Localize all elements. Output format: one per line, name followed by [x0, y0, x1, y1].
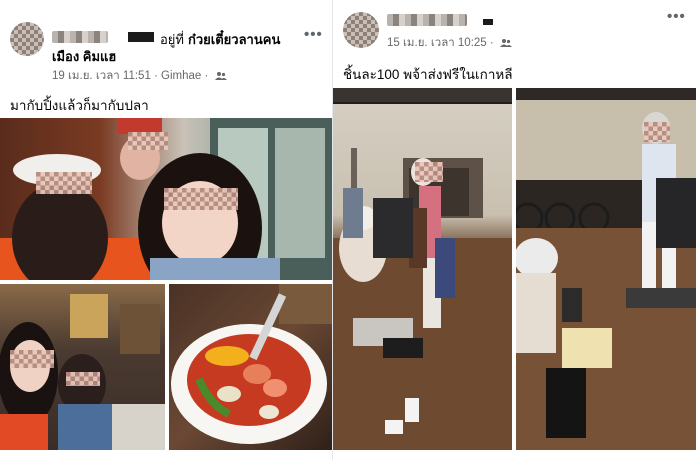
redaction-bar	[128, 32, 154, 42]
clothing-sale-photo-left[interactable]	[333, 88, 512, 450]
checkin-place-link[interactable]: ก๋วยเตี๋ยวลานคน	[188, 29, 280, 50]
face-blur	[36, 172, 92, 194]
face-blur	[66, 372, 100, 386]
noodle-bowl-photo[interactable]	[169, 284, 332, 450]
redaction-bar	[483, 19, 493, 25]
clothing-sale-photo-right[interactable]	[516, 88, 696, 450]
noodle-illustration	[171, 284, 332, 444]
face-blur	[415, 162, 443, 182]
more-options-icon[interactable]: •••	[667, 8, 686, 25]
face-blur	[10, 350, 54, 368]
room-illustration	[516, 88, 696, 450]
poster-name-redacted	[52, 31, 108, 43]
room-illustration	[333, 88, 512, 450]
left-post: อยู่ที่ ก๋วยเตี๋ยวลานคน เมือง คิมแฮ 19 เ…	[0, 0, 333, 460]
post-meta: 19 เม.ย. เวลา 11:51 · Gimhae ·	[52, 67, 227, 85]
poster-avatar[interactable]	[10, 22, 44, 56]
post-timestamp[interactable]: 15 เม.ย. เวลา 10:25 ·	[387, 37, 494, 49]
poster-name-redacted	[387, 14, 467, 26]
more-options-icon[interactable]: •••	[304, 26, 323, 43]
friends-icon	[214, 71, 227, 80]
location-link[interactable]: เมือง คิมแฮ	[52, 46, 116, 67]
post-meta: 15 เม.ย. เวลา 10:25 ·	[387, 34, 512, 52]
post-caption: มากับปิ้งแล้วก็มากับปลา	[10, 98, 149, 113]
checkin-prefix: อยู่ที่	[160, 32, 184, 47]
post-timestamp[interactable]: 19 เม.ย. เวลา 11:51 · Gimhae ·	[52, 70, 208, 82]
face-blur	[644, 122, 670, 142]
selfie-photo[interactable]	[0, 118, 332, 280]
restaurant-photo[interactable]	[0, 284, 165, 450]
friends-icon	[499, 38, 512, 47]
post-caption: ชิ้นละ100 พจ้าส่งฟรีในเกาหลี	[343, 67, 513, 82]
face-blur	[128, 132, 168, 150]
poster-avatar[interactable]	[343, 12, 379, 48]
face-blur	[164, 188, 238, 210]
